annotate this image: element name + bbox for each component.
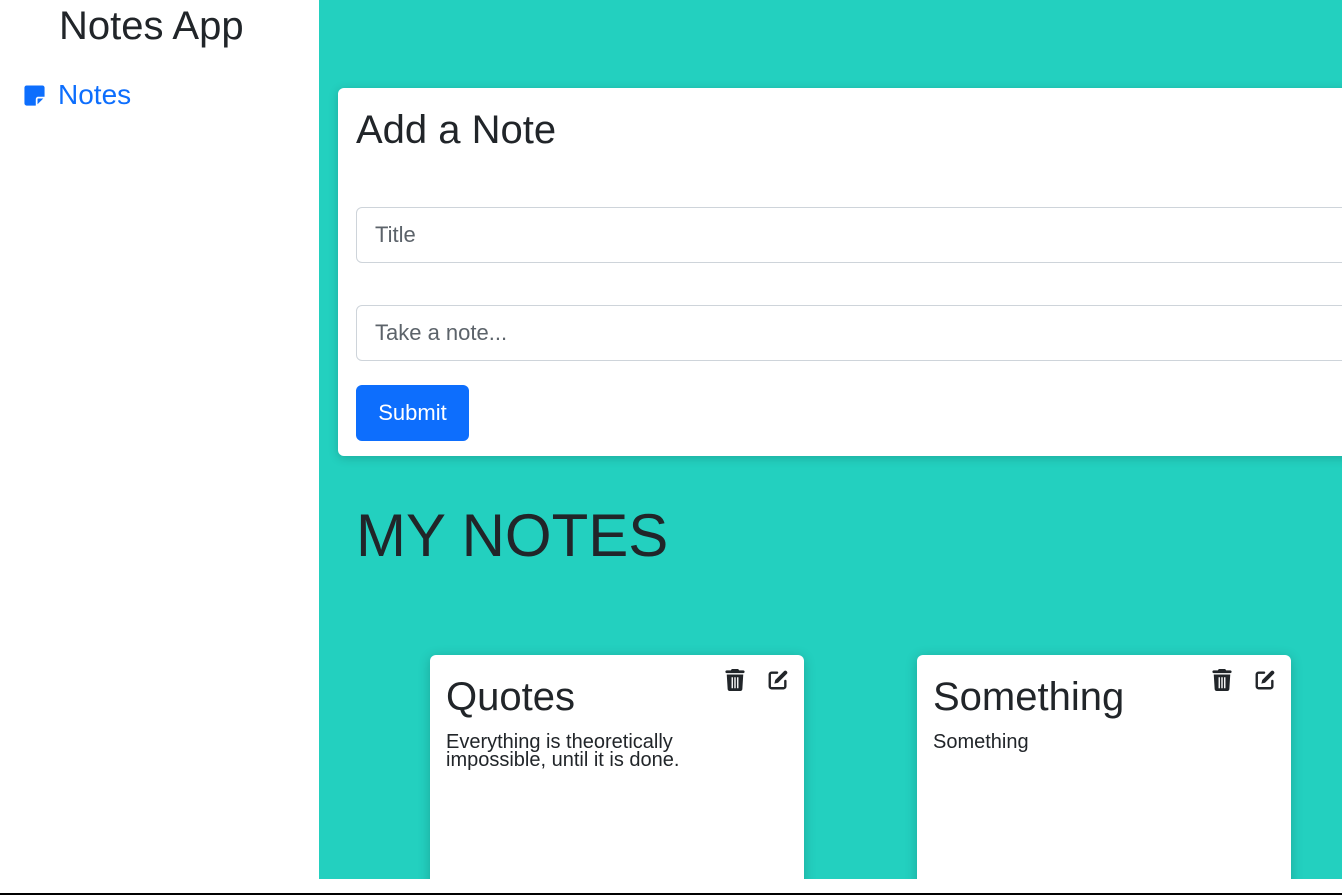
note-title: Quotes [446, 675, 575, 719]
edit-icon[interactable] [1252, 667, 1278, 693]
trash-icon[interactable] [1209, 667, 1235, 693]
sidebar: Notes App Notes [0, 0, 319, 893]
add-note-card: Add a Note Submit [338, 88, 1342, 456]
note-body: Everything is theoretically impossible, … [446, 731, 680, 771]
app-brand-title: Notes App [59, 4, 244, 48]
note-title: Something [933, 675, 1125, 719]
note-title-input[interactable] [356, 207, 1342, 263]
sidebar-item-notes[interactable]: Notes [23, 78, 131, 112]
add-note-heading: Add a Note [356, 108, 557, 152]
note-body: Something [933, 731, 1029, 753]
note-body-input[interactable] [356, 305, 1342, 361]
my-notes-heading: MY NOTES [356, 502, 669, 569]
main-content: Add a Note Submit MY NOTES Quotes Everyt… [319, 0, 1342, 879]
edit-icon[interactable] [765, 667, 791, 693]
note-card: Something Something [917, 655, 1291, 879]
app-root: Notes App Notes Add a Note Submit MY NOT… [0, 0, 1342, 895]
sticky-note-icon [23, 84, 46, 107]
trash-icon[interactable] [722, 667, 748, 693]
note-card: Quotes Everything is theoretically impos… [430, 655, 804, 879]
submit-button[interactable]: Submit [356, 385, 469, 441]
sidebar-item-label: Notes [58, 79, 132, 110]
